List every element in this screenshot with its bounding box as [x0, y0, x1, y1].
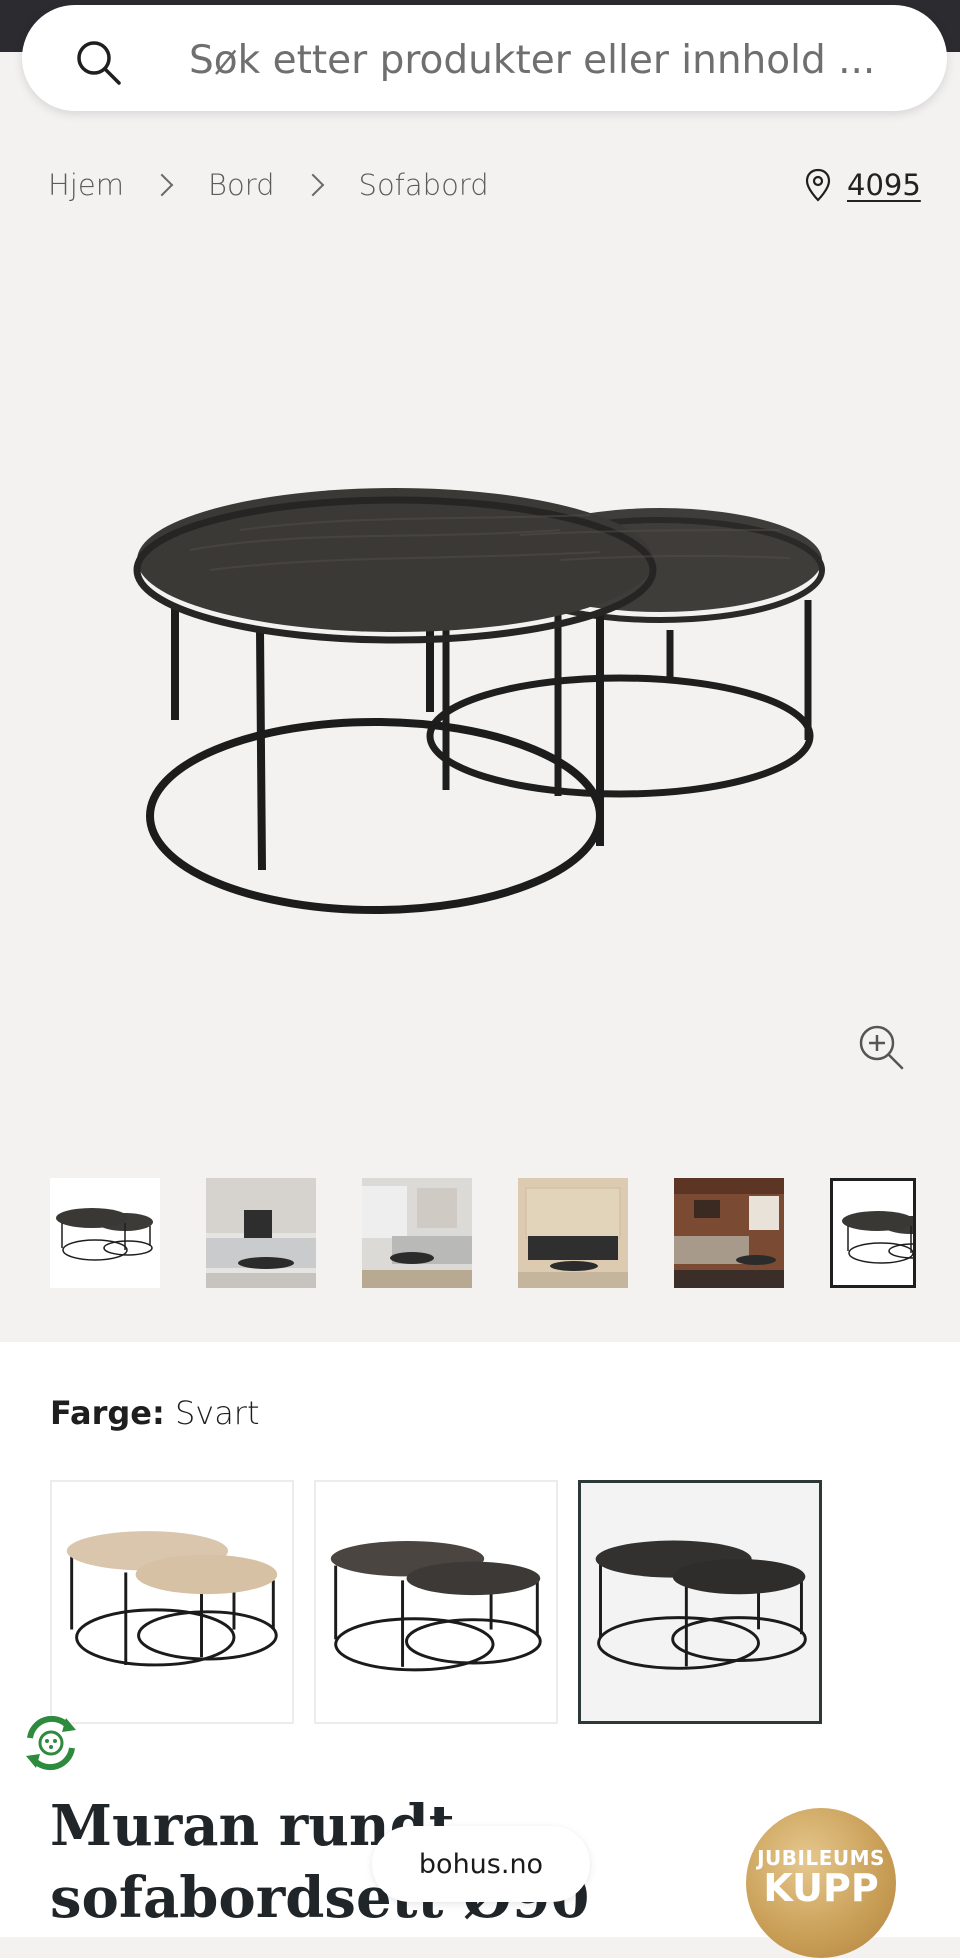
- thumbnail-1[interactable]: [50, 1178, 160, 1288]
- thumbnail-2-image: [206, 1178, 316, 1288]
- thumbnail-6[interactable]: [830, 1178, 916, 1288]
- breadcrumb-sofabord[interactable]: Sofabord: [359, 168, 489, 202]
- store-location[interactable]: 4095: [805, 160, 921, 210]
- chevron-right-icon: [150, 173, 174, 197]
- thumbnail-3-image: [362, 1178, 472, 1288]
- thumbnail-3[interactable]: [362, 1178, 472, 1288]
- zoom-in-icon[interactable]: [856, 1022, 906, 1072]
- color-variants: [50, 1480, 842, 1724]
- variant-natural-oak[interactable]: [50, 1480, 294, 1724]
- browser-domain-pill[interactable]: bohus.no: [372, 1826, 590, 1902]
- product-main-image[interactable]: [0, 230, 960, 1130]
- search-bar[interactable]: [22, 5, 947, 111]
- color-label-key: Farge:: [50, 1394, 165, 1432]
- postcode-link[interactable]: 4095: [847, 168, 921, 202]
- breadcrumb-home[interactable]: Hjem: [48, 168, 124, 202]
- thumbnail-1-image: [50, 1178, 160, 1288]
- variant-black[interactable]: [578, 1480, 822, 1724]
- color-label: Farge: Svart: [50, 1394, 260, 1432]
- search-icon: [77, 41, 121, 85]
- badge-line2: KUPP: [763, 1866, 879, 1910]
- variant-natural-oak-image: [66, 1531, 278, 1667]
- image-thumbnails: [50, 1178, 960, 1290]
- thumbnail-4[interactable]: [518, 1178, 628, 1288]
- thumbnail-5[interactable]: [674, 1178, 784, 1288]
- breadcrumb-bord[interactable]: Bord: [208, 168, 275, 202]
- variant-dark-brown-image: [330, 1541, 542, 1672]
- recycle-icon[interactable]: [16, 1708, 86, 1778]
- chevron-right-icon: [301, 173, 324, 197]
- domain-text: bohus.no: [418, 1848, 544, 1880]
- variant-black-image: [595, 1540, 807, 1670]
- location-pin-icon: [805, 168, 831, 202]
- breadcrumb: Hjem Bord Sofabord: [48, 160, 489, 210]
- jubileums-kupp-badge: JUBILEUMS KUPP: [746, 1808, 896, 1958]
- color-value: Svart: [174, 1394, 260, 1432]
- thumbnail-6-image: [833, 1181, 913, 1285]
- variant-dark-brown[interactable]: [314, 1480, 558, 1724]
- thumbnail-5-image: [674, 1178, 784, 1288]
- thumbnail-2[interactable]: [206, 1178, 316, 1288]
- search-input[interactable]: [187, 31, 891, 89]
- thumbnail-4-image: [518, 1178, 628, 1288]
